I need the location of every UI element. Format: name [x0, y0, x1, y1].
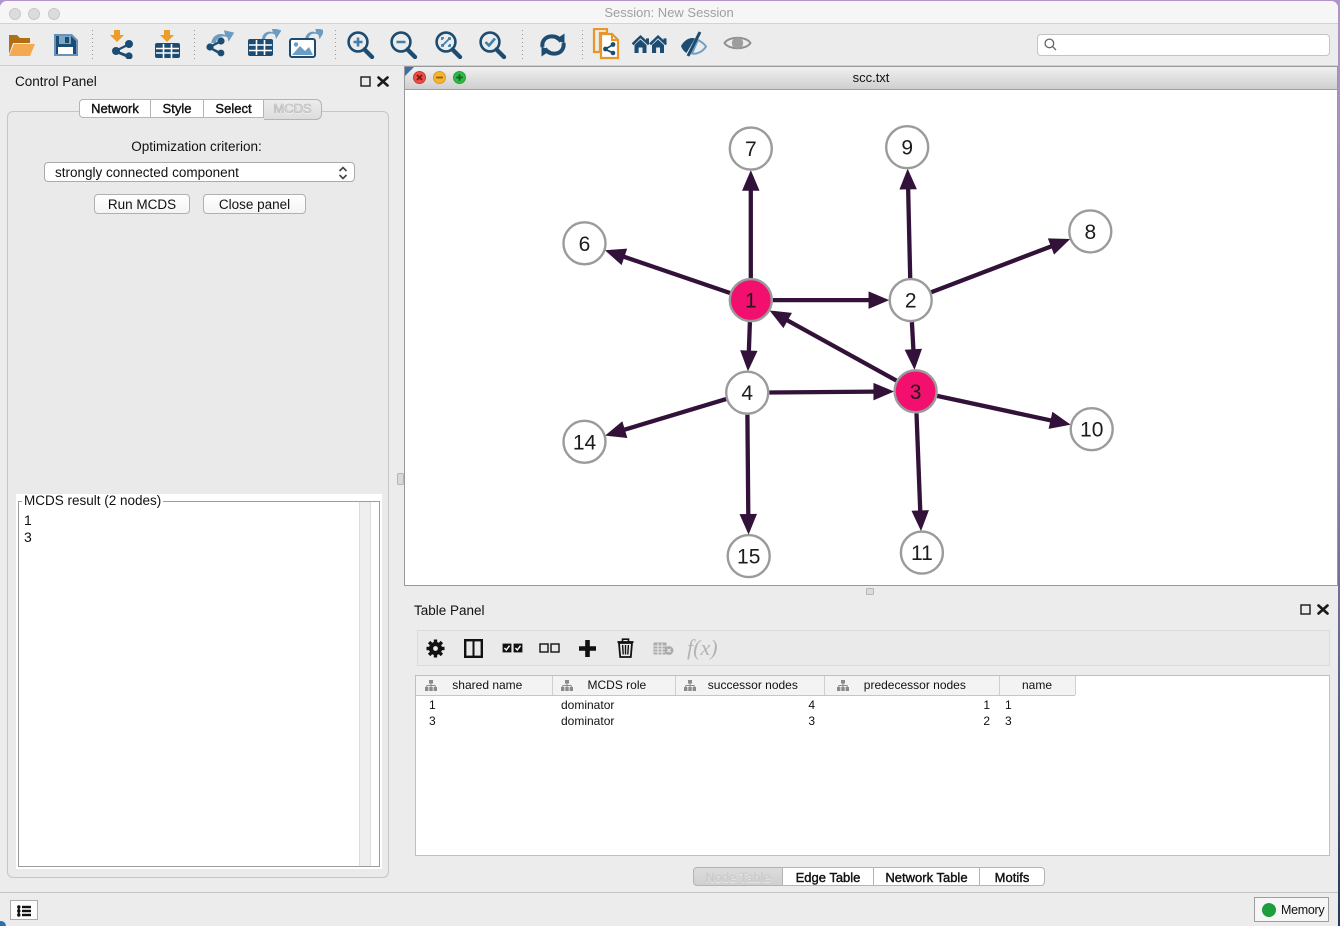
- svg-text:8: 8: [1084, 221, 1096, 244]
- svg-text:6: 6: [579, 233, 591, 256]
- svg-text:11: 11: [911, 542, 933, 565]
- svg-text:1: 1: [745, 290, 757, 313]
- svg-text:10: 10: [1080, 419, 1103, 442]
- svg-text:2: 2: [905, 290, 917, 313]
- svg-text:3: 3: [910, 381, 922, 404]
- svg-text:15: 15: [737, 546, 760, 569]
- svg-text:4: 4: [741, 382, 753, 405]
- svg-text:9: 9: [901, 137, 913, 160]
- svg-text:14: 14: [573, 431, 597, 454]
- svg-text:7: 7: [745, 138, 757, 161]
